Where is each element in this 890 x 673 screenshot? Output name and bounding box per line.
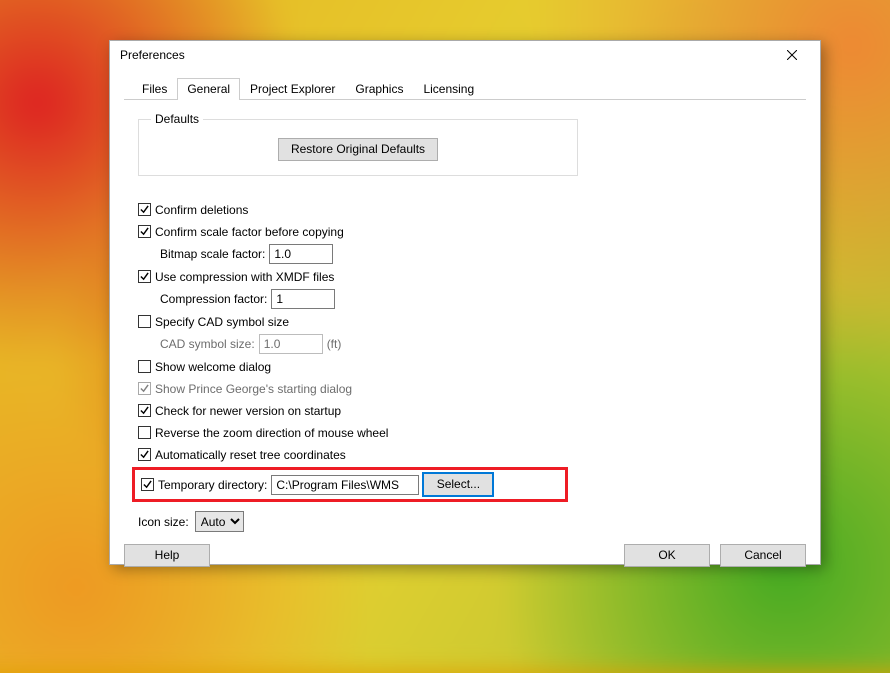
tab-files[interactable]: Files [132,78,177,100]
checkbox-confirm-scale[interactable] [138,225,151,238]
window-title: Preferences [120,48,770,62]
preferences-dialog: Preferences Files General Project Explor… [109,40,821,565]
checkbox-confirm-deletions[interactable] [138,203,151,216]
input-temp-directory[interactable] [271,475,419,495]
defaults-legend: Defaults [151,112,203,126]
restore-defaults-button[interactable]: Restore Original Defaults [278,138,438,161]
tab-page-general: Defaults Restore Original Defaults Confi… [124,100,806,532]
label-temp-directory: Temporary directory: [158,478,267,492]
label-icon-size: Icon size: [138,515,189,529]
checkbox-prince-george [138,382,151,395]
label-xmdf: Use compression with XMDF files [155,270,334,284]
checkbox-auto-reset[interactable] [138,448,151,461]
label-compression: Compression factor: [160,292,267,306]
label-confirm-scale: Confirm scale factor before copying [155,225,344,239]
select-directory-button[interactable]: Select... [423,473,493,496]
checkbox-welcome[interactable] [138,360,151,373]
checkbox-temp-directory[interactable] [141,478,154,491]
defaults-group: Defaults Restore Original Defaults [138,112,578,176]
label-auto-reset: Automatically reset tree coordinates [155,448,346,462]
select-icon-size[interactable]: Auto [195,511,244,532]
close-icon [787,50,797,60]
options-list: Confirm deletions Confirm scale factor b… [138,200,794,532]
tab-graphics[interactable]: Graphics [345,78,413,100]
label-confirm-deletions: Confirm deletions [155,203,248,217]
checkbox-cad[interactable] [138,315,151,328]
tab-licensing[interactable]: Licensing [413,78,484,100]
close-button[interactable] [770,41,814,69]
input-bitmap-scale[interactable] [269,244,333,264]
dialog-body: Files General Project Explorer Graphics … [110,69,820,544]
tab-bar: Files General Project Explorer Graphics … [124,77,806,100]
tab-general[interactable]: General [177,78,240,100]
label-cad: Specify CAD symbol size [155,315,289,329]
checkbox-reverse-zoom[interactable] [138,426,151,439]
cancel-button[interactable]: Cancel [720,544,806,567]
help-button[interactable]: Help [124,544,210,567]
input-compression[interactable] [271,289,335,309]
label-cad-unit: (ft) [327,337,342,351]
label-bitmap-scale: Bitmap scale factor: [160,247,265,261]
checkbox-newer-version[interactable] [138,404,151,417]
ok-button[interactable]: OK [624,544,710,567]
input-cad-size [259,334,323,354]
dialog-footer: Help OK Cancel [110,544,820,581]
label-prince-george: Show Prince George's starting dialog [155,382,352,396]
titlebar: Preferences [110,41,820,69]
temp-directory-row: Temporary directory: Select... [132,467,568,502]
label-cad-size: CAD symbol size: [160,337,255,351]
tab-project-explorer[interactable]: Project Explorer [240,78,345,100]
label-reverse-zoom: Reverse the zoom direction of mouse whee… [155,426,388,440]
label-newer-version: Check for newer version on startup [155,404,341,418]
label-welcome: Show welcome dialog [155,360,271,374]
checkbox-xmdf[interactable] [138,270,151,283]
